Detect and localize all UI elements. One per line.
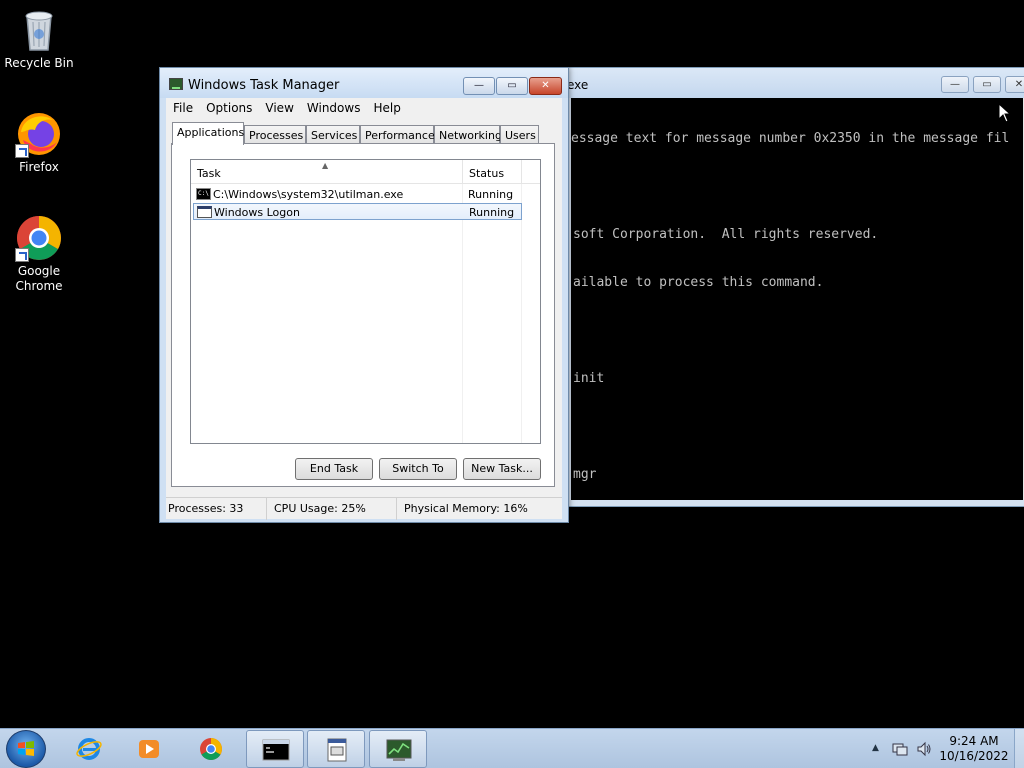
tab-applications[interactable]: Applications xyxy=(172,122,244,145)
task-manager-window[interactable]: Windows Task Manager — ▭ ✕ File Options Vi… xyxy=(159,67,569,523)
taskbar-chrome[interactable] xyxy=(182,730,240,768)
desktop-icon-recycle-bin[interactable]: Recycle Bin xyxy=(1,6,77,71)
table-row[interactable]: C:\ C:\Windows\system32\utilman.exe Runn… xyxy=(193,186,522,203)
firefox-icon xyxy=(15,110,63,158)
console-close-button[interactable]: ✕ xyxy=(1005,76,1024,93)
task-manager-titlebar[interactable]: Windows Task Manager — ▭ ✕ xyxy=(160,68,568,98)
clock-time: 9:24 AM xyxy=(949,734,999,748)
window-icon xyxy=(197,206,212,218)
status-bar: Processes: 33 CPU Usage: 25% Physical Me… xyxy=(166,497,562,520)
taskbar-internet-explorer[interactable] xyxy=(60,730,118,768)
desktop-icon-firefox[interactable]: Firefox xyxy=(1,110,77,175)
console-output: essage text for message number 0x2350 in… xyxy=(571,98,1023,500)
close-button[interactable]: ✕ xyxy=(529,77,562,95)
desktop-icon-label: Google Chrome xyxy=(15,264,63,293)
desktop: Recycle Bin Firefox Google Chrome exe — … xyxy=(0,0,1024,768)
clock-date: 10/16/2022 xyxy=(939,749,1009,763)
table-row-selected[interactable]: Windows Logon Running xyxy=(193,203,522,220)
desktop-icon-chrome[interactable]: Google Chrome xyxy=(1,214,77,294)
tab-performance[interactable]: Performance xyxy=(360,125,435,144)
shortcut-arrow-icon xyxy=(15,144,29,158)
switch-to-button[interactable]: Switch To xyxy=(379,458,457,480)
shortcut-arrow-icon xyxy=(15,248,29,262)
taskbar-media-player[interactable] xyxy=(120,730,178,768)
console-maximize-button[interactable]: ▭ xyxy=(973,76,1001,93)
volume-icon[interactable] xyxy=(916,741,932,757)
window-title: Windows Task Manager xyxy=(188,78,340,93)
console-title: exe xyxy=(567,78,589,92)
task-name: C:\Windows\system32\utilman.exe xyxy=(213,188,404,201)
column-status-label: Status xyxy=(469,167,505,180)
system-tray: ▲ 9:24 AM 10/16/2022 xyxy=(864,729,1024,768)
desktop-icon-label: Firefox xyxy=(19,160,59,174)
status-processes: Processes: 33 xyxy=(166,498,267,520)
clock[interactable]: 9:24 AM 10/16/2022 xyxy=(938,734,1010,764)
column-task-label: Task xyxy=(197,167,221,180)
taskbar: ▲ 9:24 AM 10/16/2022 xyxy=(0,728,1024,768)
status-physical-memory: Physical Memory: 16% xyxy=(404,502,528,515)
menu-windows[interactable]: Windows xyxy=(300,98,367,115)
task-manager-icon xyxy=(169,78,183,90)
desktop-icon-label: Recycle Bin xyxy=(4,56,74,70)
task-list[interactable]: Task ▲ Status C:\ C:\Windows\system32\ut… xyxy=(190,159,541,444)
menu-bar: File Options View Windows Help xyxy=(166,98,562,118)
media-player-icon xyxy=(139,740,159,758)
tab-users[interactable]: Users xyxy=(500,125,539,144)
internet-explorer-icon xyxy=(76,738,102,760)
console-minimize-button[interactable]: — xyxy=(941,76,969,93)
sort-up-icon: ▲ xyxy=(322,161,329,170)
console-line: mgr xyxy=(573,467,597,482)
menu-file[interactable]: File xyxy=(166,98,199,115)
tab-networking[interactable]: Networking xyxy=(434,125,502,144)
maximize-button[interactable]: ▭ xyxy=(496,77,528,95)
task-name: Windows Logon xyxy=(214,206,300,219)
tab-processes[interactable]: Processes xyxy=(244,125,306,144)
cmd-icon xyxy=(262,739,290,761)
task-status: Running xyxy=(468,188,514,201)
task-status: Running xyxy=(469,206,515,219)
recycle-bin-icon xyxy=(15,6,63,54)
tab-services[interactable]: Services xyxy=(306,125,360,144)
cmd-icon: C:\ xyxy=(196,188,211,200)
windows-logo-icon xyxy=(18,741,34,756)
menu-options[interactable]: Options xyxy=(199,98,258,115)
show-hidden-icons-icon[interactable]: ▲ xyxy=(872,743,879,753)
new-task-button[interactable]: New Task... xyxy=(463,458,541,480)
applications-panel: Task ▲ Status C:\ C:\Windows\system32\ut… xyxy=(171,143,555,487)
show-desktop-button[interactable] xyxy=(1014,729,1024,768)
chrome-icon xyxy=(15,214,63,262)
status-cpu-usage: CPU Usage: 25% xyxy=(267,498,397,520)
task-manager-content: Applications Processes Services Performa… xyxy=(166,118,562,497)
taskbar-exe-window[interactable] xyxy=(307,730,365,768)
end-task-button[interactable]: End Task xyxy=(295,458,373,480)
column-header-task[interactable]: Task ▲ xyxy=(191,160,463,184)
taskbar-task-manager[interactable] xyxy=(369,730,427,768)
menu-view[interactable]: View xyxy=(258,98,299,115)
column-divider xyxy=(521,184,522,443)
column-header-status[interactable]: Status xyxy=(463,160,522,184)
chrome-icon xyxy=(200,738,222,760)
menu-help[interactable]: Help xyxy=(366,98,406,115)
console-line: soft Corporation. All rights reserved. xyxy=(573,227,879,242)
console-line: init xyxy=(573,371,605,386)
taskbar-command-prompt[interactable] xyxy=(246,730,304,768)
exe-window-icon xyxy=(327,738,347,762)
task-list-header: Task ▲ Status xyxy=(191,160,540,184)
task-manager-icon xyxy=(386,739,412,761)
console-line: essage text for message number 0x2350 in… xyxy=(571,131,1010,146)
column-divider xyxy=(462,184,463,443)
network-icon[interactable] xyxy=(892,741,908,757)
console-line: ailable to process this command. xyxy=(573,275,824,290)
minimize-button[interactable]: — xyxy=(463,77,495,95)
start-button[interactable] xyxy=(6,730,46,768)
